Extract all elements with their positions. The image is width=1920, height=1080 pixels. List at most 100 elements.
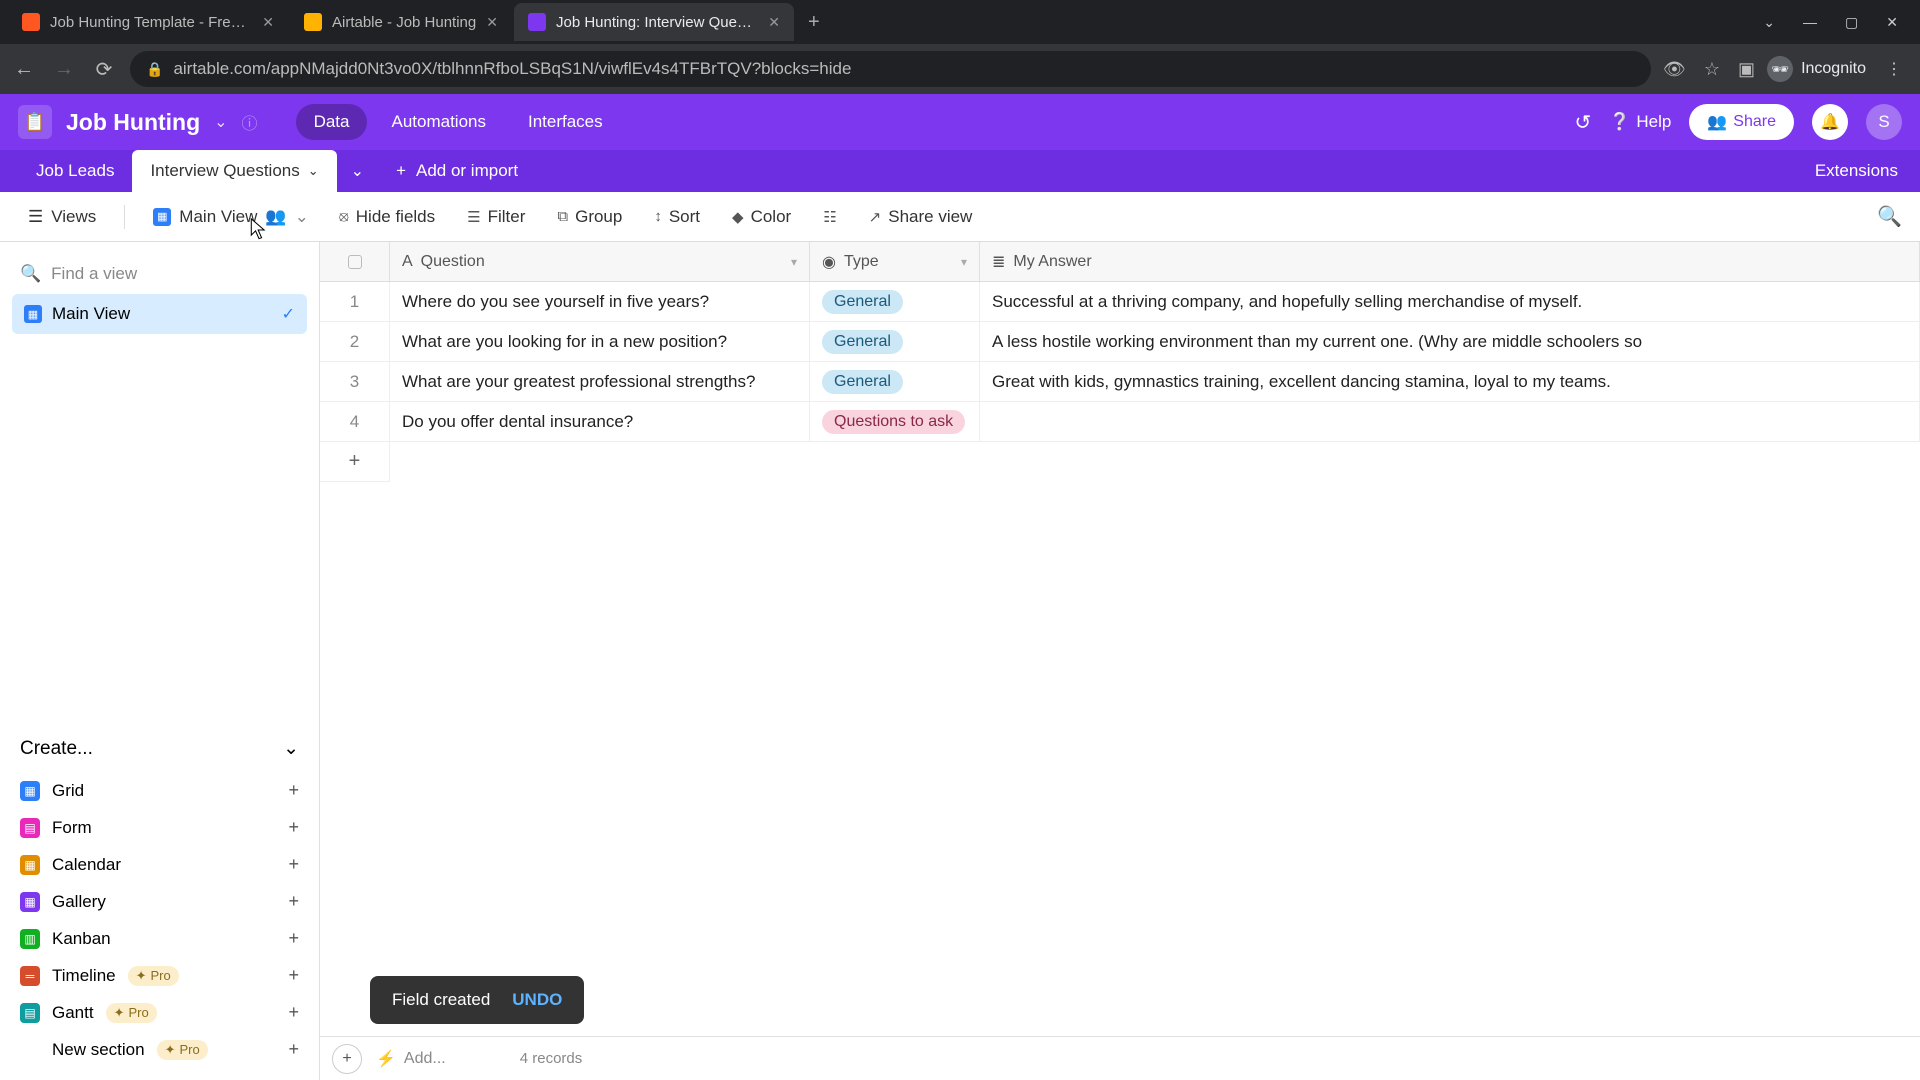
table-list-dropdown[interactable]: ⌄: [337, 161, 378, 181]
tab-automations[interactable]: Automations: [373, 104, 504, 140]
close-window-button[interactable]: ✕: [1886, 14, 1898, 31]
tab-interfaces[interactable]: Interfaces: [510, 104, 621, 140]
group-button[interactable]: ⧉Group: [545, 201, 634, 233]
column-header-type[interactable]: ◉Type▾: [810, 242, 980, 281]
type-pill: Questions to ask: [822, 410, 965, 434]
find-view-input[interactable]: 🔍 Find a view: [12, 254, 307, 294]
cell-answer[interactable]: Great with kids, gymnastics training, ex…: [980, 362, 1920, 401]
search-button[interactable]: 🔍: [1877, 204, 1902, 229]
panel-icon[interactable]: ▣: [1738, 59, 1755, 80]
table-row[interactable]: 2What are you looking for in a new posit…: [320, 322, 1920, 362]
chevron-down-icon[interactable]: ⌄: [308, 163, 319, 179]
browser-tab[interactable]: Job Hunting Template - Free to U ✕: [8, 3, 288, 41]
color-button[interactable]: ◆Color: [720, 201, 803, 233]
add-table-button[interactable]: + Add or import: [378, 161, 536, 181]
new-tab-button[interactable]: +: [796, 11, 832, 34]
views-toggle[interactable]: ☰ Views: [18, 201, 106, 233]
share-view-label: Share view: [888, 207, 972, 227]
maximize-button[interactable]: ▢: [1845, 14, 1858, 31]
share-button[interactable]: 👥 Share: [1689, 104, 1794, 140]
cell-answer[interactable]: A less hostile working environment than …: [980, 322, 1920, 361]
create-calendar[interactable]: ▦Calendar+: [12, 846, 307, 883]
create-form[interactable]: ▤Form+: [12, 809, 307, 846]
footer-quick-add[interactable]: ⚡Add...: [376, 1049, 446, 1069]
close-icon[interactable]: ✕: [768, 14, 780, 31]
base-name[interactable]: Job Hunting: [66, 109, 200, 136]
create-toggle[interactable]: Create... ⌄: [12, 725, 307, 772]
extensions-button[interactable]: Extensions: [1793, 161, 1920, 181]
create-item-label: New section: [52, 1040, 145, 1060]
cell-type[interactable]: General: [810, 362, 980, 401]
favicon-icon: [22, 13, 40, 31]
section-tabs: Data Automations Interfaces: [296, 104, 621, 140]
reload-button[interactable]: ⟳: [90, 57, 118, 82]
table-row[interactable]: 1Where do you see yourself in five years…: [320, 282, 1920, 322]
info-icon[interactable]: ⓘ: [242, 110, 258, 134]
view-selector[interactable]: ▦ Main View 👥 ⌄: [143, 201, 319, 233]
bookmark-icon[interactable]: ☆: [1704, 59, 1720, 80]
close-icon[interactable]: ✕: [486, 14, 498, 31]
tab-title: Job Hunting: Interview Questions: [556, 14, 758, 31]
notifications-button[interactable]: 🔔: [1812, 104, 1848, 140]
select-all-checkbox[interactable]: [320, 242, 390, 281]
address-bar[interactable]: 🔒 airtable.com/appNMajdd0Nt3vo0X/tblhnnR…: [130, 51, 1651, 87]
tab-data[interactable]: Data: [296, 104, 368, 140]
cell-question[interactable]: What are your greatest professional stre…: [390, 362, 810, 401]
people-icon: 👥: [1707, 112, 1727, 132]
views-sidebar: 🔍 Find a view ▦ Main View ✓ Create... ⌄ …: [0, 242, 320, 1080]
favicon-icon: [528, 13, 546, 31]
tab-list-button[interactable]: ⌄: [1763, 14, 1775, 31]
avatar[interactable]: S: [1866, 104, 1902, 140]
create-kanban[interactable]: ▥Kanban+: [12, 920, 307, 957]
create-timeline[interactable]: ═Timeline✦ Pro+: [12, 957, 307, 994]
table-tab-interview-questions[interactable]: Interview Questions ⌄: [132, 150, 336, 192]
close-icon[interactable]: ✕: [262, 14, 274, 31]
share-view-button[interactable]: ↗Share view: [857, 201, 985, 233]
create-new-section[interactable]: New section✦ Pro+: [12, 1031, 307, 1068]
table-tab-job-leads[interactable]: Job Leads: [18, 150, 132, 192]
cell-type[interactable]: General: [810, 322, 980, 361]
base-icon[interactable]: 📋: [18, 105, 52, 139]
cell-answer[interactable]: Successful at a thriving company, and ho…: [980, 282, 1920, 321]
browser-tab[interactable]: Airtable - Job Hunting ✕: [290, 3, 512, 41]
cell-type[interactable]: General: [810, 282, 980, 321]
filter-icon: ☰: [467, 208, 480, 226]
create-gantt[interactable]: ▤Gantt✦ Pro+: [12, 994, 307, 1031]
cell-question[interactable]: Where do you see yourself in five years?: [390, 282, 810, 321]
back-button[interactable]: ←: [10, 58, 38, 81]
create-grid[interactable]: ▦Grid+: [12, 772, 307, 809]
cell-type[interactable]: Questions to ask: [810, 402, 980, 441]
row-height-button[interactable]: ☷: [811, 202, 848, 232]
view-item-main[interactable]: ▦ Main View ✓: [12, 294, 307, 334]
column-header-answer[interactable]: ≣My Answer: [980, 242, 1920, 281]
browser-menu-button[interactable]: ⋮: [1878, 59, 1910, 79]
column-header-question[interactable]: AQuestion▾: [390, 242, 810, 281]
forward-button[interactable]: →: [50, 58, 78, 81]
history-icon[interactable]: ↺: [1574, 110, 1591, 135]
minimize-button[interactable]: —: [1803, 14, 1817, 31]
incognito-chip[interactable]: 🕶 Incognito: [1767, 56, 1866, 82]
eye-off-icon[interactable]: 👁: [1663, 59, 1686, 80]
create-item-label: Kanban: [52, 929, 111, 949]
footer-add-button[interactable]: +: [332, 1044, 362, 1074]
cell-question[interactable]: What are you looking for in a new positi…: [390, 322, 810, 361]
undo-button[interactable]: UNDO: [512, 990, 562, 1010]
hide-fields-button[interactable]: ⦻Hide fields: [327, 201, 447, 233]
chevron-down-icon[interactable]: ▾: [961, 255, 967, 269]
create-gallery[interactable]: ▦Gallery+: [12, 883, 307, 920]
grid-header-row: AQuestion▾ ◉Type▾ ≣My Answer: [320, 242, 1920, 282]
chevron-down-icon[interactable]: ⌄: [214, 112, 227, 132]
search-icon: 🔍: [20, 264, 41, 284]
table-row[interactable]: 4Do you offer dental insurance?Questions…: [320, 402, 1920, 442]
chevron-down-icon[interactable]: ▾: [791, 255, 797, 269]
sort-icon: ↕: [654, 208, 662, 225]
table-row[interactable]: 3What are your greatest professional str…: [320, 362, 1920, 402]
help-button[interactable]: ❔ Help: [1609, 112, 1671, 132]
cell-answer[interactable]: [980, 402, 1920, 441]
sort-button[interactable]: ↕Sort: [642, 201, 712, 233]
browser-chrome: Job Hunting Template - Free to U ✕ Airta…: [0, 0, 1920, 94]
cell-question[interactable]: Do you offer dental insurance?: [390, 402, 810, 441]
browser-tab-active[interactable]: Job Hunting: Interview Questions ✕: [514, 3, 794, 41]
add-row-button[interactable]: +: [320, 442, 390, 482]
filter-button[interactable]: ☰Filter: [455, 201, 537, 233]
